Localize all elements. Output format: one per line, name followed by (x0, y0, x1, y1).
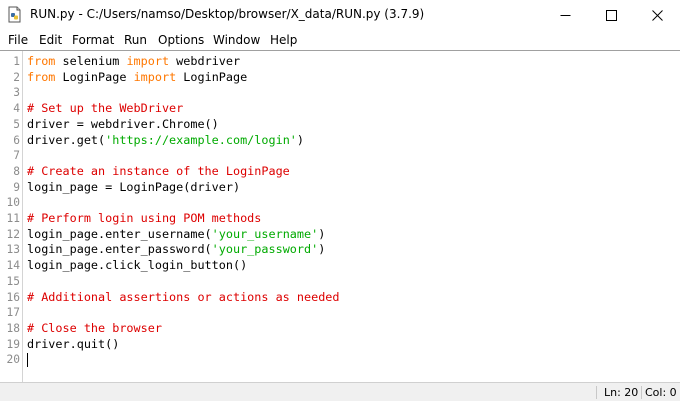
menu-format[interactable]: Format (72, 33, 114, 47)
menu-bar: File Edit Format Run Options Window Help (0, 30, 680, 50)
text-cursor (27, 353, 28, 368)
title-bar[interactable]: RUN.py - C:/Users/namso/Desktop/browser/… (0, 0, 680, 30)
string-token: 'https://example.com/login' (105, 132, 297, 147)
line-number: 20 (6, 353, 20, 367)
line-number: 12 (6, 227, 20, 241)
line-number: 16 (6, 290, 20, 304)
line-indicator: Ln: 20 (604, 386, 639, 399)
line-number: 5 (13, 117, 20, 131)
menu-edit[interactable]: Edit (39, 33, 62, 47)
line-number: 2 (13, 70, 20, 84)
comment-token: # Additional assertions or actions as ne… (27, 289, 340, 304)
menu-window[interactable]: Window (213, 33, 260, 47)
line-number: 4 (13, 102, 20, 116)
code-line: # Perform login using POM methods (27, 211, 261, 227)
status-divider (596, 386, 597, 399)
line-number: 7 (13, 149, 20, 163)
minimize-button[interactable] (542, 0, 588, 30)
code-token: login_page = LoginPage(driver) (27, 179, 241, 194)
line-number: 6 (13, 133, 20, 147)
code-token: ) (296, 132, 305, 147)
line-number: 8 (13, 164, 20, 178)
code-token: ) (318, 226, 326, 241)
close-icon (651, 6, 663, 25)
code-token: selenium (55, 54, 127, 68)
idle-python-file-icon (6, 6, 23, 23)
line-number: 18 (6, 321, 20, 335)
minimize-icon (560, 6, 571, 25)
code-line: driver = webdriver.Chrome() (27, 117, 219, 133)
line-number: 17 (6, 306, 20, 320)
close-button[interactable] (634, 0, 680, 30)
line-number: 10 (6, 196, 20, 210)
line-number: 1 (13, 55, 20, 68)
code-line: driver.quit() (27, 337, 119, 353)
code-token: webdriver (169, 54, 241, 68)
keyword-token: import (126, 54, 170, 68)
code-line: login_page = LoginPage(driver) (27, 180, 240, 196)
code-line: login_page.enter_username('your_username… (27, 227, 325, 243)
code-line: # Create an instance of the LoginPage (27, 164, 290, 180)
code-line: from selenium import webdriver (27, 54, 240, 70)
line-number: 14 (6, 259, 20, 273)
string-token: 'your_password' (211, 242, 319, 257)
line-number-gutter: 1 2 3 4 5 6 7 8 9 10 11 12 13 14 15 16 17 18 19 20 (0, 51, 22, 383)
menu-help[interactable]: Help (270, 33, 297, 47)
idle-editor-window: RUN.py - C:/Users/namso/Desktop/browser/… (0, 0, 680, 401)
code-token: LoginPage (55, 69, 134, 84)
code-token: login_page.enter_username( (27, 226, 212, 241)
code-editor[interactable]: 1 2 3 4 5 6 7 8 9 10 11 12 13 14 15 16 17 18 19 20 from sel… (0, 50, 680, 383)
code-token: driver = webdriver.Chrome() (27, 116, 219, 131)
window-title: RUN.py - C:/Users/namso/Desktop/browser/… (30, 7, 425, 21)
menu-file[interactable]: File (8, 33, 28, 47)
code-token: driver.quit() (27, 336, 120, 351)
code-line: driver.get('https://example.com/login') (27, 133, 304, 149)
line-number: 19 (6, 337, 20, 351)
keyword-token: from (27, 69, 56, 84)
code-line: login_page.enter_password('your_password… (27, 242, 325, 258)
code-line: # Close the browser (27, 321, 162, 337)
code-line: # Set up the WebDriver (27, 101, 183, 117)
line-number: 13 (6, 243, 20, 257)
code-token: login_page.click_login_button() (27, 258, 248, 273)
line-number: 9 (13, 180, 20, 194)
code-token: ) (318, 242, 326, 257)
column-indicator: Col: 0 (645, 386, 677, 399)
string-token: 'your_username' (211, 226, 319, 241)
menu-run[interactable]: Run (124, 33, 147, 47)
keyword-token: import (133, 69, 177, 84)
code-line: login_page.click_login_button() (27, 258, 247, 274)
code-token: LoginPage (176, 69, 248, 84)
maximize-icon (605, 6, 617, 25)
code-token: driver.get( (27, 132, 106, 147)
keyword-token: from (27, 54, 56, 68)
code-line: from LoginPage import LoginPage (27, 70, 247, 86)
comment-token: # Set up the WebDriver (27, 101, 184, 116)
code-line: # Additional assertions or actions as ne… (27, 290, 340, 306)
menu-options[interactable]: Options (158, 33, 204, 47)
status-divider (641, 386, 642, 399)
comment-token: # Create an instance of the LoginPage (27, 163, 290, 178)
line-number: 15 (6, 274, 20, 288)
status-bar: Ln: 20 Col: 0 (0, 382, 680, 401)
code-token: login_page.enter_password( (27, 242, 212, 257)
line-number: 3 (13, 86, 20, 100)
comment-token: # Close the browser (27, 320, 162, 335)
comment-token: # Perform login using POM methods (27, 211, 262, 225)
gutter-divider (22, 51, 23, 383)
line-number: 11 (6, 212, 20, 225)
maximize-button[interactable] (588, 0, 634, 30)
